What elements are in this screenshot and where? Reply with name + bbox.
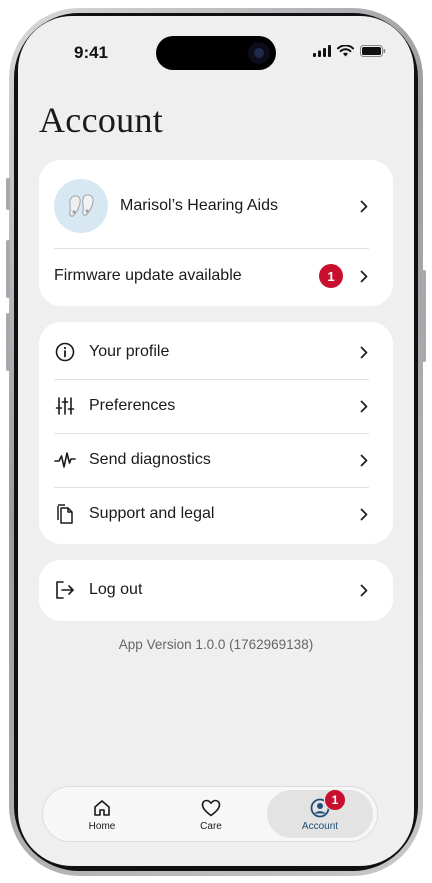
action-button — [6, 178, 10, 210]
menu-item-label: Your profile — [89, 343, 170, 360]
home-icon — [93, 797, 111, 819]
heart-icon — [201, 797, 221, 819]
hearing-aids-image — [54, 179, 108, 233]
app-version: App Version 1.0.0 (1762969138) — [118, 637, 314, 652]
menu-item-support-and-legal[interactable]: Support and legal — [54, 487, 369, 541]
sliders-icon — [54, 395, 76, 417]
device-row[interactable]: Marisol’s Hearing Aids — [54, 175, 369, 237]
wifi-icon — [337, 45, 354, 57]
documents-icon — [54, 503, 76, 525]
device-card: Marisol’s Hearing Aids Firmware update a… — [39, 160, 393, 306]
chevron-right-icon — [359, 399, 369, 413]
notification-badge: 1 — [319, 264, 343, 288]
menu-item-your-profile[interactable]: Your profile — [54, 325, 369, 379]
menu-item-send-diagnostics[interactable]: Send diagnostics — [54, 433, 369, 487]
screen: 9:41 Account Marisol’s Hearing Aids Firm… — [18, 16, 414, 866]
battery-icon — [360, 45, 386, 57]
chevron-right-icon — [359, 199, 369, 213]
camera-icon — [248, 42, 270, 64]
volume-down-button — [6, 313, 10, 371]
pulse-icon — [54, 449, 76, 471]
device-name: Marisol’s Hearing Aids — [120, 197, 278, 214]
page-title: Account — [39, 100, 164, 140]
chevron-right-icon — [359, 453, 369, 467]
logout-label: Log out — [89, 581, 143, 598]
volume-up-button — [6, 240, 10, 298]
logout-card: Log out — [39, 560, 393, 621]
firmware-update-label: Firmware update available — [54, 267, 242, 284]
power-button — [422, 270, 426, 362]
menu-item-label: Support and legal — [89, 505, 215, 522]
firmware-update-row[interactable]: Firmware update available 1 — [54, 249, 369, 303]
tab-care[interactable]: Care — [158, 790, 264, 838]
status-icons — [313, 45, 386, 57]
tab-bar: Home Care 1 Account — [42, 786, 378, 842]
info-icon — [54, 341, 76, 363]
chevron-right-icon — [359, 583, 369, 597]
signal-icon — [313, 45, 331, 57]
tab-home[interactable]: Home — [49, 790, 155, 838]
account-icon: 1 — [310, 788, 346, 819]
menu-card: Your profile Preferences Send diagnostic… — [39, 322, 393, 544]
tab-account[interactable]: 1 Account — [267, 788, 373, 838]
chevron-right-icon — [359, 345, 369, 359]
tab-label: Home — [88, 820, 116, 832]
dynamic-island — [156, 36, 276, 70]
chevron-right-icon — [359, 269, 369, 283]
logout-icon — [54, 579, 76, 601]
notification-badge: 1 — [324, 788, 346, 811]
tab-label: Care — [200, 820, 222, 832]
tab-label: Account — [301, 820, 339, 832]
menu-item-preferences[interactable]: Preferences — [54, 379, 369, 433]
menu-item-label: Send diagnostics — [89, 451, 211, 468]
menu-item-label: Preferences — [89, 397, 176, 414]
status-time: 9:41 — [73, 43, 109, 62]
logout-button[interactable]: Log out — [54, 563, 369, 617]
chevron-right-icon — [359, 507, 369, 521]
